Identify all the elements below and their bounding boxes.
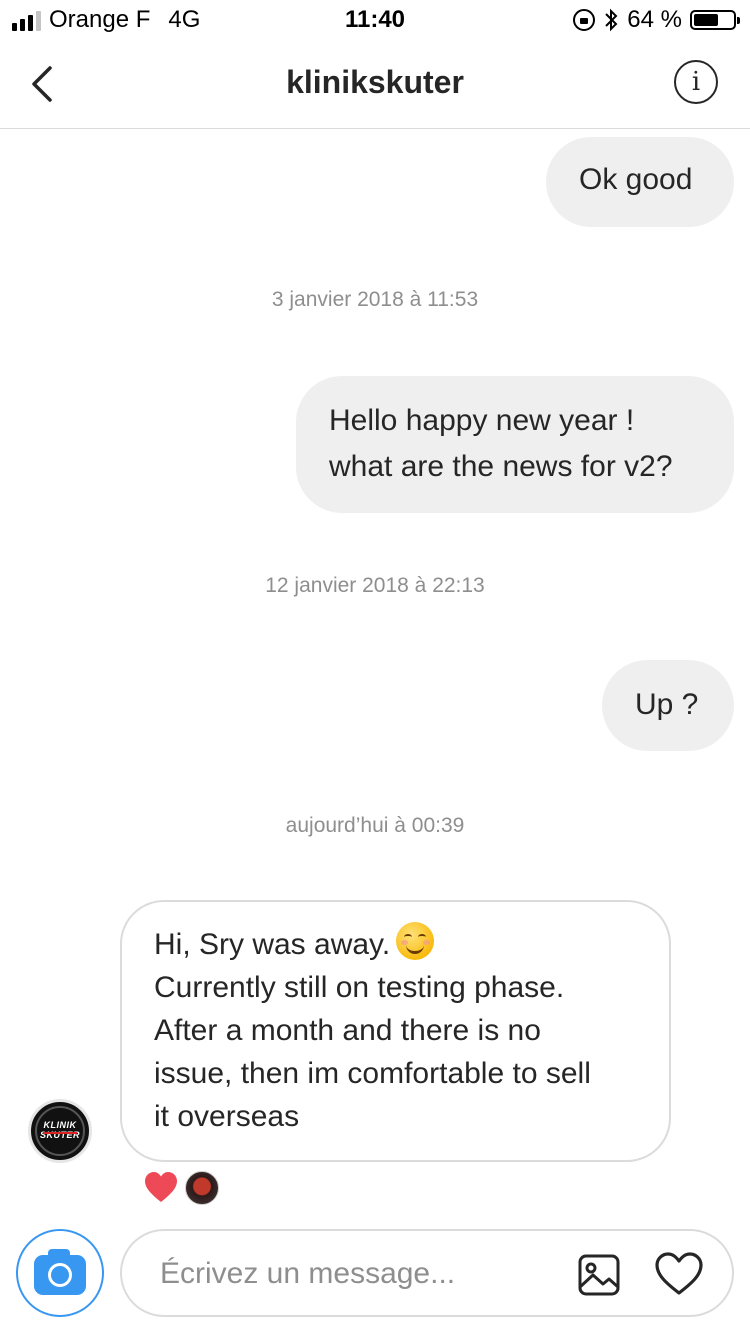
battery-icon: [690, 10, 740, 30]
sender-avatar[interactable]: KLINIK SKUTER: [28, 1099, 92, 1163]
info-icon[interactable]: i: [674, 60, 718, 104]
message-bubble-incoming[interactable]: Hi, Sry was away. Currently still on tes…: [120, 900, 671, 1162]
message-line: Currently still on testing phase.: [154, 971, 565, 1004]
message-line: it overseas: [154, 1100, 300, 1133]
timestamp: 12 janvier 2018 à 22:13: [265, 574, 485, 597]
message-input[interactable]: [158, 1249, 562, 1299]
message-composer: [120, 1229, 734, 1317]
rotation-lock-icon: [573, 9, 596, 31]
message-line: Hi, Sry was away.: [154, 922, 669, 966]
message-reactions[interactable]: [143, 1170, 219, 1206]
avatar-logo-bar: [43, 1132, 77, 1134]
smiling-face-icon: [396, 922, 435, 960]
timestamp: aujourd’hui à 00:39: [285, 814, 465, 837]
camera-icon: [34, 1249, 86, 1295]
image-icon[interactable]: [577, 1253, 621, 1297]
timestamp: 3 janvier 2018 à 11:53: [271, 288, 479, 311]
heart-icon: [145, 1172, 177, 1202]
camera-button[interactable]: [16, 1229, 104, 1317]
battery-percent: 64 %: [627, 6, 682, 33]
message-bubble-outgoing[interactable]: Ok good: [546, 137, 734, 227]
battery-fill: [694, 14, 719, 26]
message-line: issue, then im comfortable to sell: [154, 1057, 591, 1090]
reactor-avatar: [185, 1171, 219, 1205]
status-right: 64 %: [573, 6, 740, 34]
message-text: Ok good: [579, 163, 693, 196]
message-bubble-outgoing[interactable]: Up ?: [602, 660, 734, 751]
heart-icon[interactable]: [654, 1251, 704, 1297]
chat-header: klinikskuter i: [0, 40, 750, 129]
message-line: what are the news for v2?: [329, 450, 673, 483]
avatar-logo-line: KLINIK: [43, 1120, 77, 1130]
message-text: Up ?: [635, 688, 699, 721]
chat-title[interactable]: klinikskuter: [0, 64, 750, 101]
avatar-logo-text: KLINIK SKUTER: [31, 1120, 89, 1140]
message-line: Hello happy new year !: [329, 404, 635, 437]
message-line-text: Hi, Sry was away.: [154, 928, 391, 961]
message-line: After a month and there is no: [154, 1014, 541, 1047]
status-bar: Orange F 4G 11:40 64 %: [0, 0, 750, 40]
message-bubble-outgoing[interactable]: Hello happy new year ! what are the news…: [296, 376, 734, 513]
bluetooth-icon: [605, 8, 618, 32]
